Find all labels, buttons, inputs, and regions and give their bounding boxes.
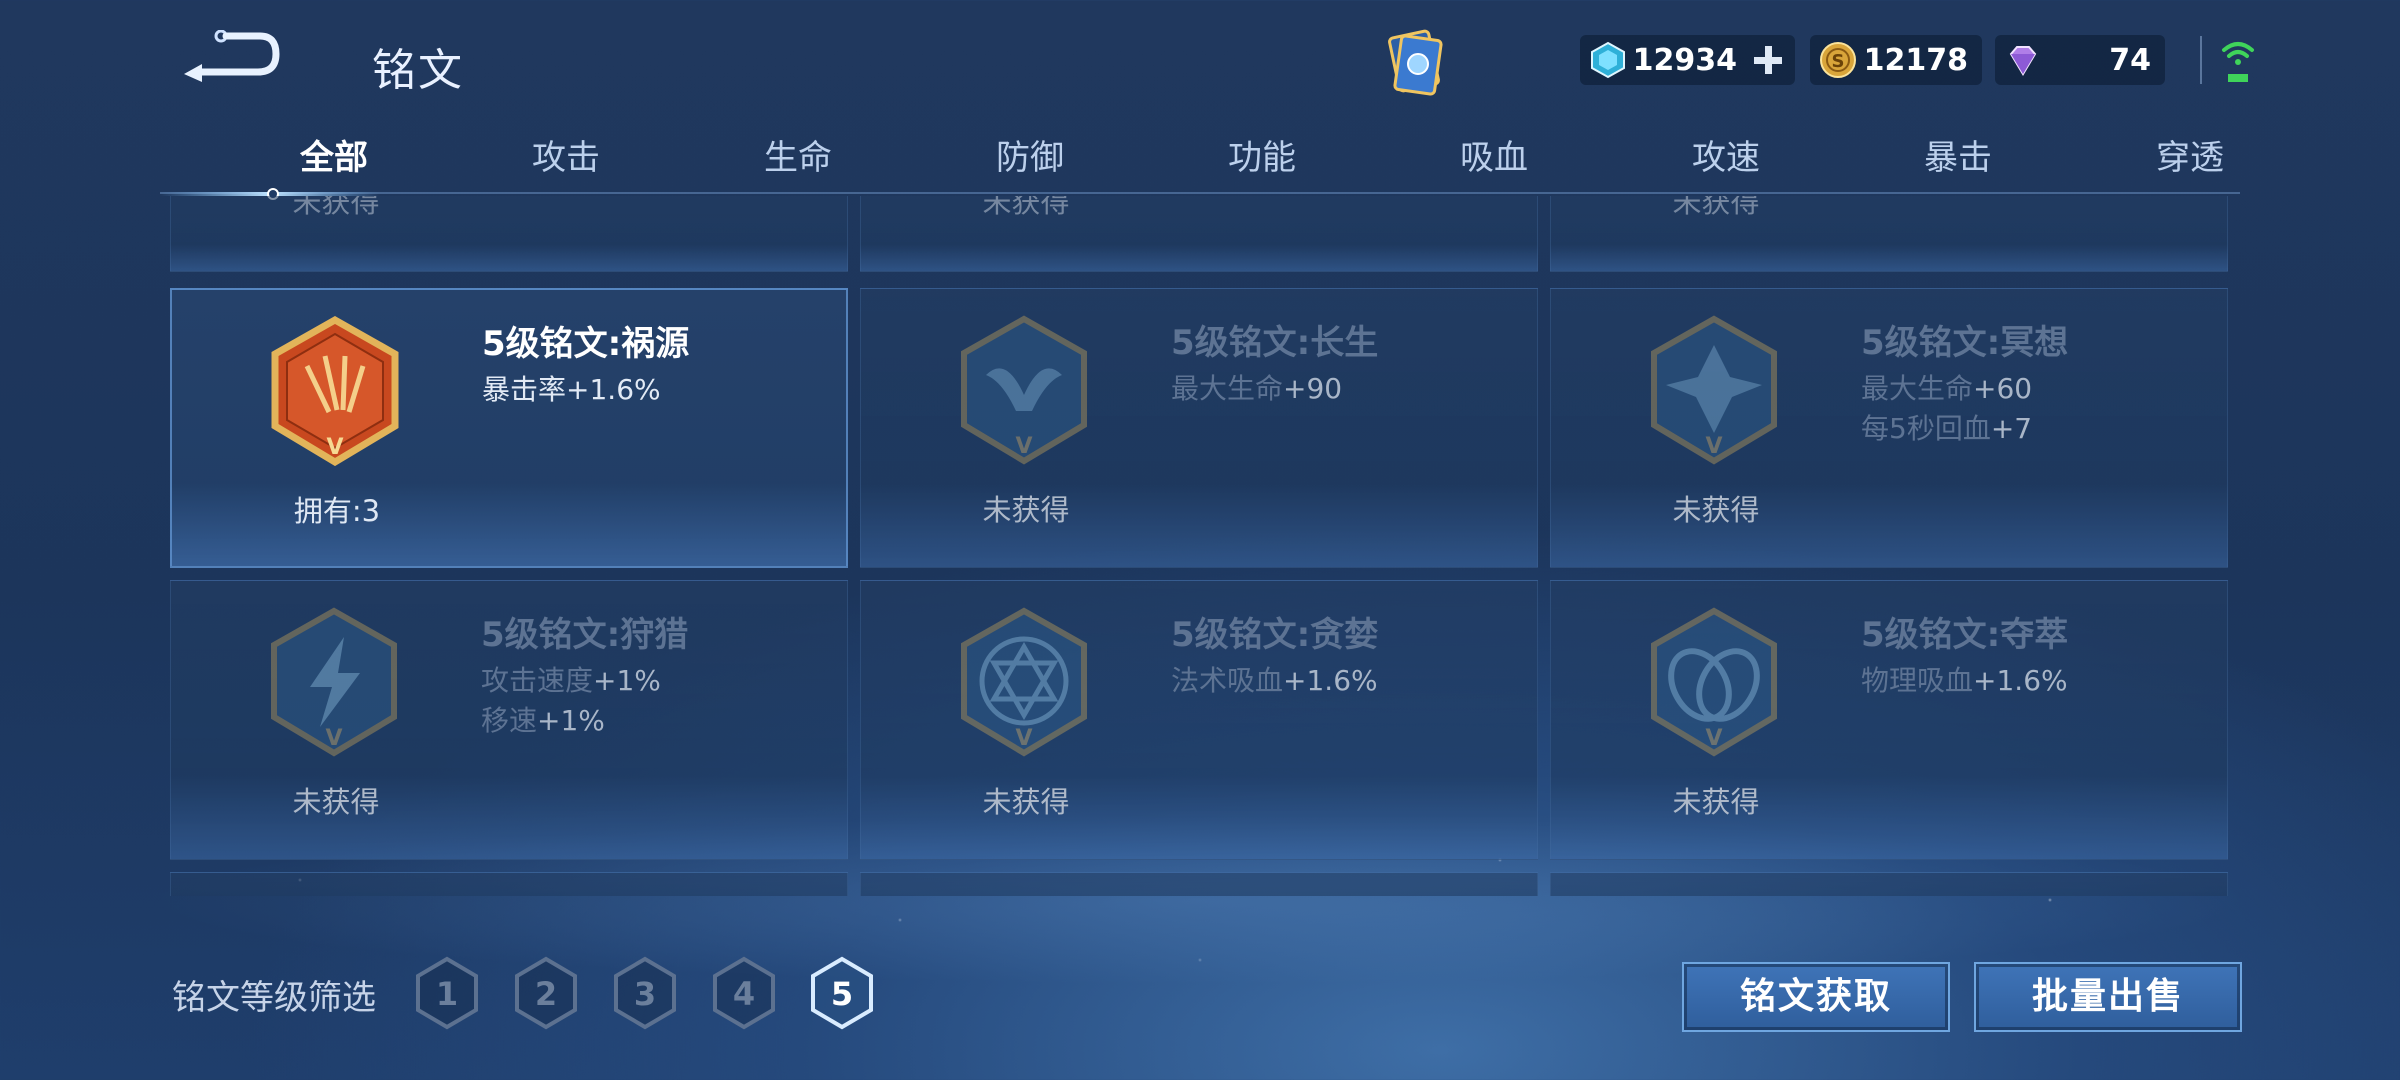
rune-card-next-1[interactable] [170, 872, 848, 896]
tab-crit[interactable]: 暴击 [1858, 130, 2058, 179]
gold-coin-icon: S [1820, 42, 1856, 78]
back-button[interactable] [180, 29, 280, 82]
red-card-emblem-icon: V [271, 316, 399, 466]
knot-emblem-icon: V [1651, 607, 1777, 757]
gold-coin-amount: 12178 [1863, 42, 1968, 78]
rune-attribute: 最大生命+60 [1861, 372, 2033, 405]
svg-text:S: S [1832, 51, 1845, 72]
gem-currency: 74 [1995, 35, 2165, 85]
rune-card-next-3[interactable] [1550, 872, 2228, 896]
rune-card-shoulie[interactable]: V 未获得 5级铭文:狩猎 攻击速度+1% 移速+1% [170, 580, 848, 860]
rune-attribute: 每5秒回血+7 [1861, 412, 2033, 445]
purple-gem-icon [2009, 46, 2037, 76]
header-divider [2200, 36, 2202, 84]
meditation-emblem-icon: V [1651, 315, 1777, 465]
rune-owned-count: 拥有:3 [293, 494, 381, 528]
rune-card-mingxiang[interactable]: V 未获得 5级铭文:冥想 最大生命+60 每5秒回血+7 [1550, 288, 2228, 568]
rune-grid: 未获得 未获得 未获得 V 拥有:3 5级铭文:祸源 暴击率+1.6% V 未获… [170, 196, 2230, 896]
add-coupon-icon[interactable] [1751, 43, 1785, 77]
tabs-divider [160, 192, 2240, 194]
back-arrow-icon [184, 29, 280, 82]
hexagram-emblem-icon: V [961, 607, 1087, 757]
rune-status: 未获得 [1672, 493, 1760, 527]
level-filter-2[interactable]: 2 [511, 955, 581, 1031]
tab-all[interactable]: 全部 [234, 130, 434, 179]
rune-attribute: 暴击率+1.6% [482, 373, 661, 406]
rune-status: 未获得 [1672, 785, 1760, 819]
svg-text:3: 3 [634, 975, 656, 1013]
rune-name: 5级铭文:冥想 [1861, 323, 2069, 363]
rune-status: 未获得 [292, 196, 380, 219]
card-deck-icon[interactable] [1380, 28, 1450, 100]
tab-utility[interactable]: 功能 [1162, 130, 1362, 179]
tab-defense[interactable]: 防御 [930, 130, 1130, 179]
rune-card-duocui[interactable]: V 未获得 5级铭文:夺萃 物理吸血+1.6% [1550, 580, 2228, 860]
rune-name: 5级铭文:长生 [1171, 323, 1379, 363]
rune-status: 未获得 [982, 196, 1070, 219]
coupon-currency: 12934 [1580, 35, 1795, 85]
rune-card-top-2[interactable]: 未获得 [860, 196, 1538, 272]
whale-tail-emblem-icon: V [961, 315, 1087, 465]
svg-text:V: V [1015, 434, 1032, 459]
svg-text:V: V [1705, 726, 1722, 751]
level-filter-label: 铭文等级筛选 [172, 978, 376, 1018]
coupon-crystal-icon [1591, 41, 1625, 79]
gold-coin-currency: S 12178 [1810, 35, 1982, 85]
level-filter-4[interactable]: 4 [709, 955, 779, 1031]
rune-card-tanlan[interactable]: V 未获得 5级铭文:贪婪 法术吸血+1.6% [860, 580, 1538, 860]
level-filter-5[interactable]: 5 [807, 955, 877, 1031]
rune-status: 未获得 [1672, 196, 1760, 219]
svg-text:4: 4 [733, 975, 755, 1013]
rune-status: 未获得 [292, 785, 380, 819]
gem-amount: 74 [2109, 42, 2151, 78]
rune-card-top-1[interactable]: 未获得 [170, 196, 848, 272]
rune-name: 5级铭文:夺萃 [1861, 615, 2069, 655]
svg-text:V: V [1015, 726, 1032, 751]
wifi-signal-icon [2220, 36, 2256, 86]
rune-attribute: 攻击速度+1% [481, 664, 661, 697]
tab-lifesteal[interactable]: 吸血 [1394, 130, 1594, 179]
rune-attribute: 最大生命+90 [1171, 372, 1343, 405]
lightning-emblem-icon: V [271, 607, 397, 757]
rune-status: 未获得 [982, 493, 1070, 527]
rune-card-huoyuan[interactable]: V 拥有:3 5级铭文:祸源 暴击率+1.6% [170, 288, 848, 568]
svg-text:5: 5 [831, 975, 853, 1013]
get-rune-button[interactable]: 铭文获取 [1682, 962, 1950, 1032]
rune-name: 5级铭文:贪婪 [1171, 615, 1379, 655]
rune-card-next-2[interactable] [860, 872, 1538, 896]
rune-attribute: 法术吸血+1.6% [1171, 664, 1378, 697]
rune-attribute: 移速+1% [481, 704, 605, 737]
tab-attack-speed[interactable]: 攻速 [1626, 130, 1826, 179]
level-filter-1[interactable]: 1 [412, 955, 482, 1031]
coupon-amount: 12934 [1632, 42, 1737, 78]
svg-text:V: V [325, 726, 342, 751]
rune-name: 5级铭文:祸源 [482, 324, 690, 364]
tab-health[interactable]: 生命 [698, 130, 898, 179]
svg-text:1: 1 [436, 975, 458, 1013]
svg-text:V: V [1705, 434, 1722, 459]
bulk-sell-button[interactable]: 批量出售 [1974, 962, 2242, 1032]
rune-attribute: 物理吸血+1.6% [1861, 664, 2068, 697]
svg-text:2: 2 [535, 975, 557, 1013]
tab-penetration[interactable]: 穿透 [2090, 130, 2290, 179]
category-tabs: 全部 攻击 生命 防御 功能 吸血 攻速 暴击 穿透 [160, 130, 2240, 194]
rune-status: 未获得 [982, 785, 1070, 819]
rune-name: 5级铭文:狩猎 [481, 615, 689, 655]
page-title: 铭文 [372, 45, 464, 96]
rune-card-changsheng[interactable]: V 未获得 5级铭文:长生 最大生命+90 [860, 288, 1538, 568]
tab-attack[interactable]: 攻击 [466, 130, 666, 179]
rune-card-top-3[interactable]: 未获得 [1550, 196, 2228, 272]
svg-text:V: V [326, 435, 343, 460]
level-filter-3[interactable]: 3 [610, 955, 680, 1031]
